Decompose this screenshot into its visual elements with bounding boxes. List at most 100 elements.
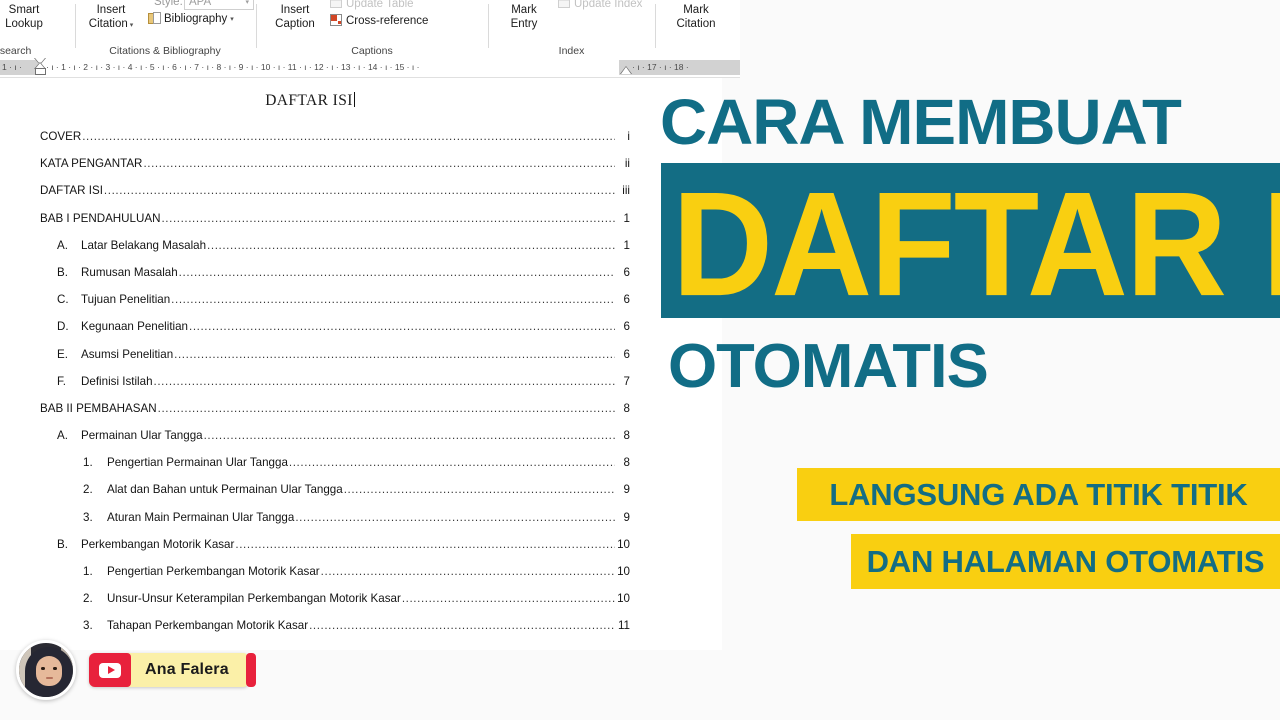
toc-entry[interactable]: E. Asumsi Penelitian.....................…: [57, 348, 630, 362]
avatar: [16, 640, 76, 700]
toc-entry[interactable]: BAB I PENDAHULUAN.......................…: [40, 212, 630, 226]
toc-entry-page: 9: [623, 483, 630, 497]
mark-entry-label-line1: Mark: [511, 4, 537, 16]
toc-leader-dots: ........................................…: [174, 350, 615, 360]
insert-caption-label-line2: Caption: [275, 17, 315, 30]
toc-leader-dots: ........................................…: [203, 432, 615, 442]
cross-reference-button[interactable]: Cross-reference: [330, 14, 428, 27]
toc-leader-dots: ........................................…: [295, 513, 615, 523]
toc-leader-dots: ........................................…: [235, 540, 615, 550]
right-indent-marker[interactable]: [620, 66, 632, 74]
update-table-icon: [330, 0, 343, 10]
toc-entry[interactable]: COVER...................................…: [40, 130, 630, 144]
bibliography-label: Bibliography: [164, 12, 228, 25]
toc-entry-title: Asumsi Penelitian: [81, 347, 174, 361]
ribbon-group-index-caption: Index: [558, 45, 585, 57]
update-index-button: Update Index: [558, 0, 642, 10]
bibliography-button[interactable]: Bibliography ▾: [148, 12, 234, 25]
toc-leader-dots: ........................................…: [401, 595, 615, 605]
toc-entry[interactable]: KATA PENGANTAR..........................…: [40, 157, 630, 171]
mark-citation-label-line2: Citation: [676, 17, 716, 30]
toc-entry-title: Pengertian Perkembangan Motorik Kasar: [107, 565, 320, 578]
ribbon-group-index: Mark Entry Update Index Index: [490, 0, 653, 58]
toc-entry[interactable]: 1. Pengertian Perkembangan Motorik Kasar.…: [83, 565, 630, 579]
bibliography-icon: [148, 12, 161, 25]
toc-entry-page: 10: [617, 537, 630, 551]
insert-citation-label-line2: Citation ▾: [88, 17, 134, 30]
chevron-down-icon[interactable]: ▾: [128, 22, 134, 29]
toc-leader-dots: ........................................…: [171, 296, 615, 306]
toc-entry-title: Definisi Istilah: [81, 374, 153, 388]
toc-leader-dots: ........................................…: [103, 187, 615, 197]
toc-entry[interactable]: BAB II PEMBAHASAN.......................…: [40, 402, 630, 416]
insert-citation-button[interactable]: Insert Citation ▾: [80, 4, 142, 32]
toc-entry[interactable]: B. Rumusan Masalah.......................…: [57, 266, 630, 280]
document-heading: DAFTAR ISI: [0, 92, 620, 110]
toc-entry-page: 9: [623, 510, 630, 524]
document-page[interactable]: DAFTAR ISI COVER........................…: [0, 78, 722, 650]
toc-entry[interactable]: 3. Tahapan Perkembangan Motorik Kasar....…: [83, 619, 630, 633]
overlay-banner-2-text: DAN HALAMAN OTOMATIS: [866, 543, 1265, 579]
overlay-banner-2: DAN HALAMAN OTOMATIS: [851, 534, 1280, 589]
mark-citation-button[interactable]: Mark Citation: [663, 4, 729, 31]
toc-entry-title: Tujuan Penelitian: [81, 293, 171, 307]
toc-leader-dots: ........................................…: [288, 459, 615, 469]
toc-entry-number: D.: [57, 320, 69, 334]
toc-entry-number: E.: [57, 347, 68, 361]
toc-entry-title: Permainan Ular Tangga: [81, 429, 203, 443]
insert-caption-button[interactable]: Insert Caption: [266, 4, 324, 31]
toc-entry-page: 10: [617, 565, 630, 578]
toc-leader-dots: ........................................…: [143, 160, 615, 170]
toc-entry-page: 11: [617, 619, 630, 633]
toc-entry[interactable]: B. Perkembangan Motorik Kasar............…: [57, 538, 630, 552]
toc-entry-title: Latar Belakang Masalah: [81, 238, 207, 252]
update-index-icon: [558, 0, 571, 10]
chevron-down-icon[interactable]: ▾: [230, 15, 234, 23]
smart-lookup-button[interactable]: Smart Lookup: [0, 4, 54, 31]
toc-entry-number: F.: [57, 374, 67, 388]
play-triangle-icon: [107, 666, 115, 674]
toc-entry-page: 10: [617, 592, 630, 606]
toc-entry-title: BAB I PENDAHULUAN: [40, 211, 161, 225]
insert-caption-label-line1: Insert: [280, 4, 310, 16]
toc-entry[interactable]: C. Tujuan Penelitian.....................…: [57, 293, 630, 307]
left-indent-marker[interactable]: [35, 68, 46, 75]
table-of-contents[interactable]: COVER...................................…: [40, 130, 630, 647]
toc-leader-dots: ........................................…: [161, 214, 615, 224]
toc-entry[interactable]: DAFTAR ISI..............................…: [40, 184, 630, 198]
toc-leader-dots: ........................................…: [153, 377, 615, 387]
toc-entry[interactable]: 2. Alat dan Bahan untuk Permainan Ular Ta…: [83, 483, 630, 497]
youtube-icon: [89, 653, 131, 687]
toc-entry[interactable]: A. Latar Belakang Masalah................…: [57, 239, 630, 253]
toc-entry[interactable]: 2. Unsur-Unsur Keterampilan Perkembangan …: [83, 592, 630, 606]
toc-entry-page: 8: [623, 429, 630, 443]
toc-entry[interactable]: 1. Pengertian Permainan Ular Tangga......…: [83, 456, 630, 470]
channel-name-pill: Ana Falera: [89, 653, 256, 687]
toc-entry-title: KATA PENGANTAR: [40, 157, 143, 171]
channel-name-label: Ana Falera: [145, 661, 229, 678]
ribbon-group-captions: Insert Caption Update Table Cross-refere…: [258, 0, 486, 58]
citation-style-select[interactable]: APA ▾: [184, 0, 254, 10]
ribbon-separator: [256, 4, 257, 48]
chevron-down-icon[interactable]: ▾: [245, 0, 249, 6]
toc-entry-page: 6: [623, 265, 630, 279]
citation-style-value: APA: [189, 0, 212, 8]
horizontal-ruler[interactable]: 1 · ı · · ı · 1 · ı · 2 · ı · 3 · ı · 4 …: [0, 58, 740, 78]
toc-entry[interactable]: F. Definisi Istilah......................…: [57, 375, 630, 389]
ribbon-group-authorities: Mark Citation: [657, 0, 740, 58]
mark-entry-button[interactable]: Mark Entry: [498, 4, 550, 31]
toc-entry[interactable]: D. Kegunaan Penelitian...................…: [57, 320, 630, 334]
toc-entry[interactable]: A. Permainan Ular Tangga.................…: [57, 429, 630, 443]
avatar-face: [36, 656, 62, 686]
toc-entry-number: 3.: [83, 619, 93, 633]
toc-entry[interactable]: 3. Aturan Main Permainan Ular Tangga.....…: [83, 511, 630, 525]
update-table-label: Update Table: [346, 0, 414, 10]
ribbon-group-citations-caption: Citations & Bibliography: [109, 45, 221, 57]
toc-entry-title: Rumusan Masalah: [81, 265, 178, 279]
toc-entry-page: 8: [623, 401, 630, 415]
channel-name-pill-tail: [245, 653, 256, 687]
toc-entry-title: Pengertian Permainan Ular Tangga: [107, 456, 288, 470]
word-ribbon: Smart Lookup esearch Insert Citation ▾ S…: [0, 0, 740, 59]
toc-entry-page: 1: [623, 238, 630, 252]
toc-entry-number: 3.: [83, 510, 93, 524]
